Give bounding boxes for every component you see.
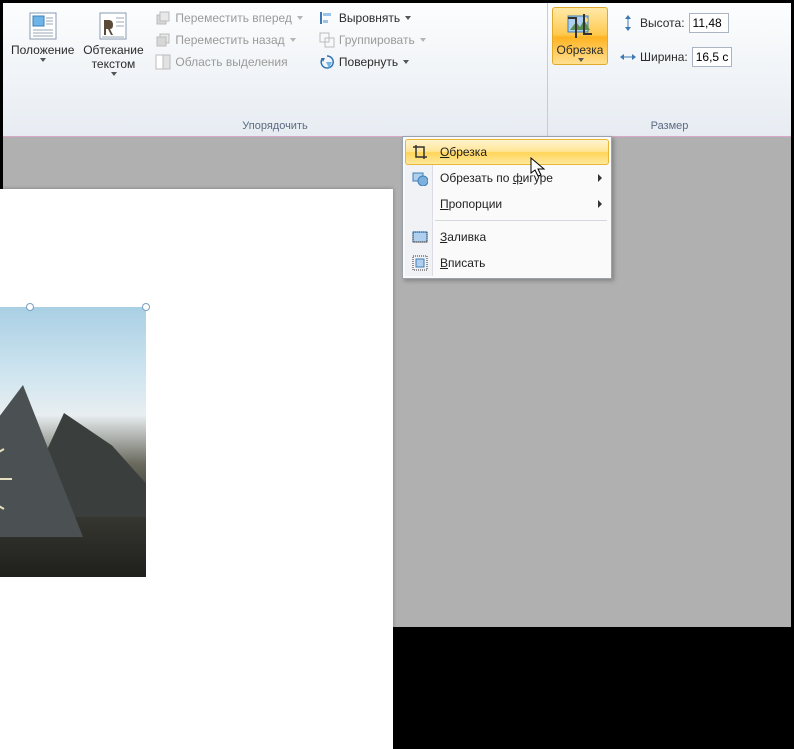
fit-icon [411,254,429,272]
crop-menu: Обрезка Обрезать по фигуре Пропорции Зал… [402,136,612,279]
align-icon [319,10,335,26]
crop-icon [564,10,596,42]
width-input[interactable] [692,47,732,67]
arrange-group-label: Упорядочить [3,118,547,136]
height-input[interactable] [689,13,729,33]
chevron-down-icon [403,60,409,64]
send-backward-icon [155,32,171,48]
send-backward-button[interactable]: Переместить назад [150,29,307,51]
ribbon: Положение Обтекание текстом Переместить … [3,3,791,137]
menu-crop-shape-label: Обрезать по фигуре [440,171,553,185]
chevron-down-icon [420,38,426,42]
chevron-down-icon [40,58,46,62]
height-row: Высота: [620,13,732,33]
bring-forward-label: Переместить вперед [175,11,291,25]
menu-fit-label: Вписать [440,256,485,270]
chevron-down-icon [405,16,411,20]
wrap-text-button[interactable]: Обтекание текстом [78,7,148,79]
wrap-text-label: Обтекание текстом [83,44,143,72]
width-row: Ширина: [620,47,732,67]
menu-item-fill[interactable]: Заливка [405,224,609,250]
menu-item-fit[interactable]: Вписать [405,250,609,276]
menu-item-crop[interactable]: Обрезка [405,139,609,165]
selection-pane-icon [155,54,171,70]
height-icon [620,15,636,31]
send-backward-label: Переместить назад [175,33,284,47]
width-icon [620,49,636,65]
rotate-button[interactable]: Повернуть [314,51,431,73]
crop-label: Обрезка [557,44,604,58]
bring-forward-button[interactable]: Переместить вперед [150,7,307,29]
photo-content [0,307,146,577]
selection-handle-top-right[interactable] [142,303,150,311]
selection-handle-top[interactable] [26,303,34,311]
chevron-down-icon [111,72,117,76]
submenu-arrow-icon [598,200,602,208]
size-group-label: Размер [548,118,791,136]
selection-pane-label: Область выделения [175,55,287,69]
selected-image[interactable] [0,307,146,577]
menu-item-crop-to-shape[interactable]: Обрезать по фигуре [405,165,609,191]
submenu-arrow-icon [598,174,602,182]
group-button[interactable]: Группировать [314,29,431,51]
group-btn-label: Группировать [339,33,415,47]
chevron-down-icon [290,38,296,42]
rotate-icon [319,54,335,70]
selection-pane-button[interactable]: Область выделения [150,51,307,73]
menu-item-proportions[interactable]: Пропорции [405,191,609,217]
align-label: Выровнять [339,11,400,25]
position-button[interactable]: Положение [7,7,78,65]
group-icon [319,32,335,48]
menu-separator [435,220,607,221]
position-icon [27,10,59,42]
menu-fill-label: Заливка [440,230,486,244]
align-button[interactable]: Выровнять [314,7,431,29]
fill-icon [411,228,429,246]
chevron-down-icon [297,16,303,20]
crop-shape-icon [411,169,429,187]
wrap-text-icon [97,10,129,42]
page [0,189,393,749]
menu-proportions-label: Пропорции [440,197,502,211]
document-area [3,137,791,627]
height-label: Высота: [640,16,685,30]
menu-crop-label: Обрезка [440,145,487,159]
chevron-down-icon [578,58,584,62]
rotate-label: Повернуть [339,55,398,69]
crop-button[interactable]: Обрезка [552,7,608,65]
bring-forward-icon [155,10,171,26]
crop-icon [411,143,429,161]
width-label: Ширина: [640,50,688,64]
position-label: Положение [11,44,74,58]
